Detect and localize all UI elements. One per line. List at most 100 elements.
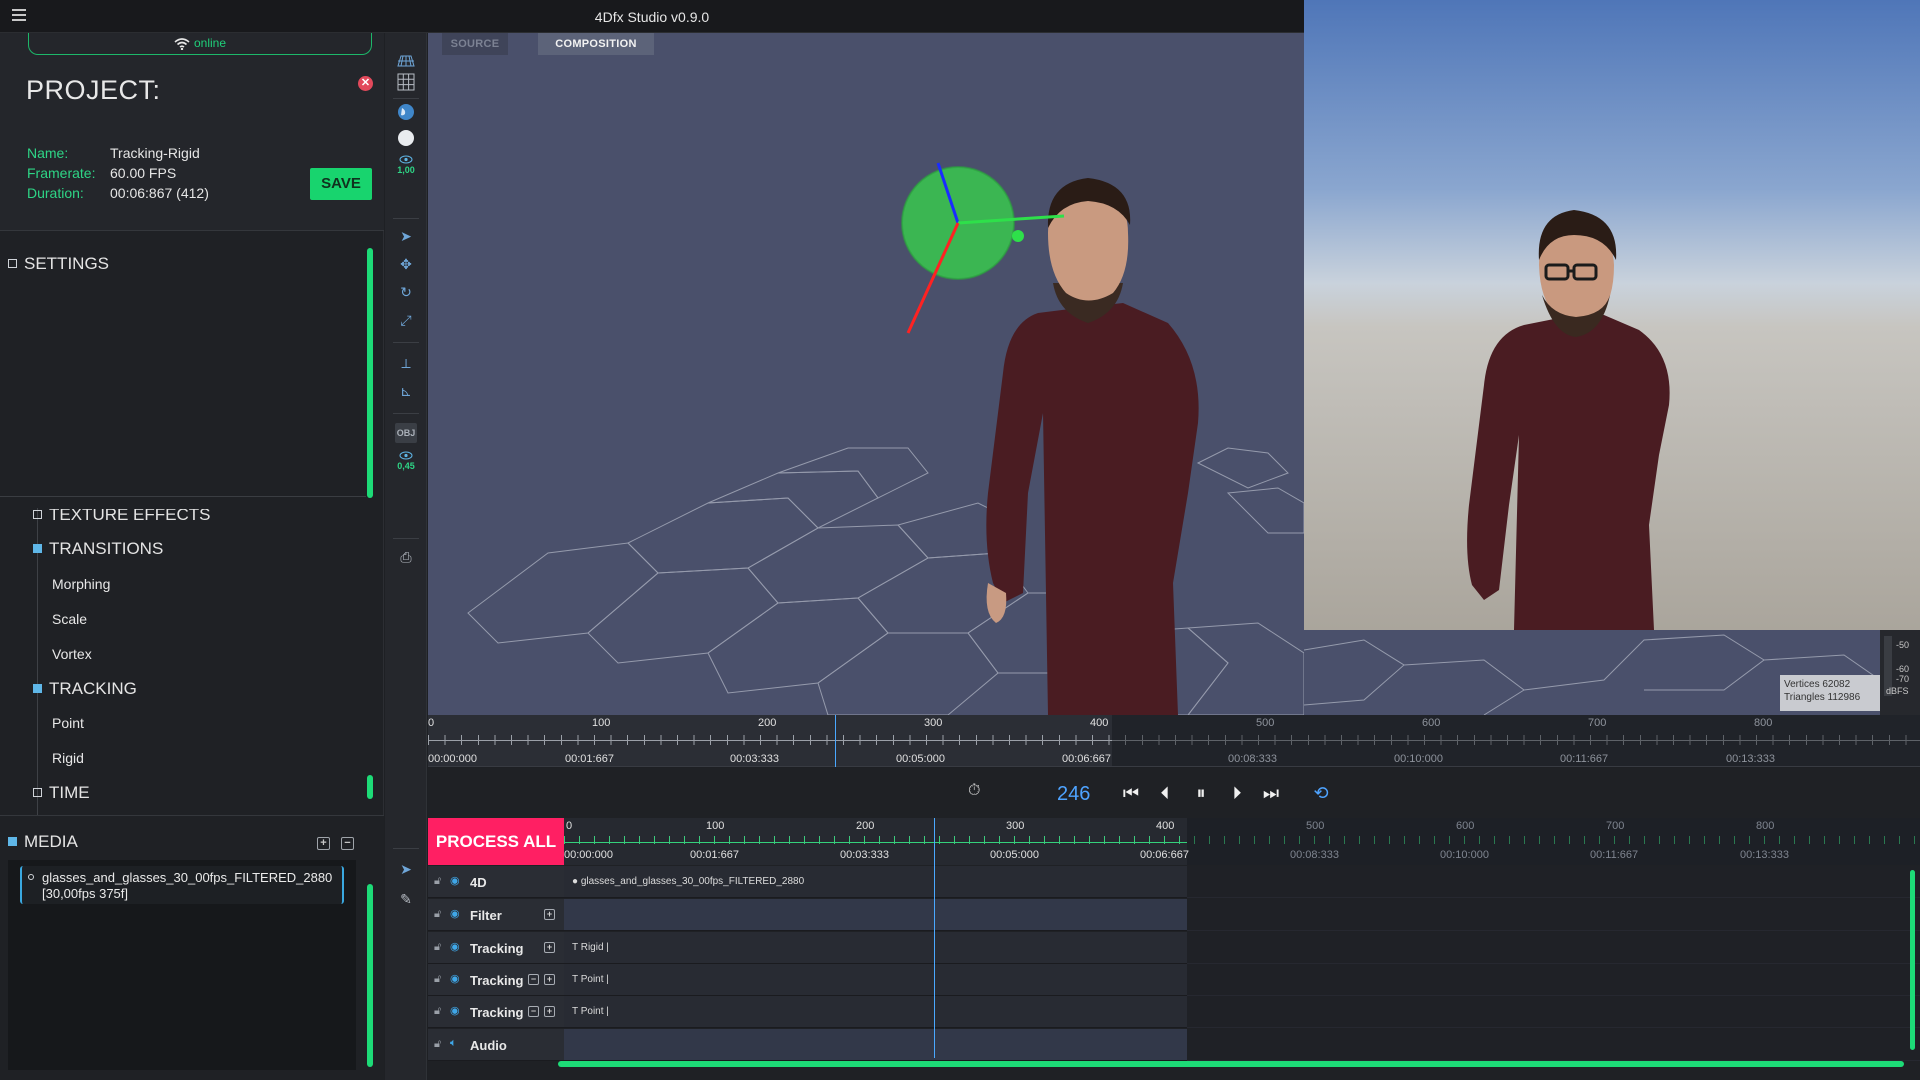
- tree-item-point[interactable]: Point: [52, 715, 84, 731]
- process-all-button[interactable]: PROCESS ALL: [428, 818, 564, 865]
- step-back-button[interactable]: ⏴: [1154, 782, 1176, 804]
- project-name-row: Name: Tracking-Rigid: [27, 145, 200, 161]
- grid-icon[interactable]: [396, 73, 416, 93]
- timeline-ruler[interactable]: 0 100 200 300 400 500 600 700 800 00:00:…: [564, 818, 1920, 865]
- floor-grid-icon[interactable]: [396, 53, 416, 73]
- game-preview[interactable]: [1304, 0, 1920, 630]
- track-clip-area[interactable]: ● glasses_and_glasses_30_00fps_FILTERED_…: [564, 866, 1187, 898]
- lock-icon[interactable]: 🔓︎: [434, 908, 441, 921]
- timeline-time: 00:10:000: [1440, 849, 1489, 861]
- lock-icon[interactable]: 🔓︎: [434, 1005, 441, 1018]
- globe-icon[interactable]: [396, 103, 416, 123]
- track-empty-area[interactable]: [1187, 996, 1920, 1028]
- app-window: 4Dfx Studio v0.9.0 online PROJECT: ✕ Nam…: [0, 0, 1920, 1080]
- timeline-num: 200: [856, 820, 875, 832]
- eye-icon[interactable]: ◉: [450, 972, 460, 985]
- timeline-eraser-icon[interactable]: ✎: [396, 889, 416, 909]
- move-icon[interactable]: ✥: [396, 254, 416, 274]
- settings-scrollbar[interactable]: [367, 248, 373, 498]
- track-add-button[interactable]: +: [544, 974, 555, 985]
- timeline-horizontal-scrollbar[interactable]: [558, 1061, 1904, 1067]
- skip-to-end-button[interactable]: ⏭: [1260, 782, 1282, 804]
- rotate-icon[interactable]: ↻: [396, 282, 416, 302]
- tree-time[interactable]: TIME: [33, 783, 90, 803]
- timeline-vertical-scrollbar[interactable]: [1910, 870, 1915, 1050]
- meter-label-50: -50: [1896, 640, 1910, 650]
- tab-source[interactable]: SOURCE: [442, 33, 508, 55]
- camera-capture-icon[interactable]: ⎙: [396, 547, 416, 567]
- lock-icon[interactable]: 🔓︎: [434, 1038, 441, 1051]
- vertices-count: Vertices 62082: [1784, 679, 1851, 690]
- sphere-icon[interactable]: [396, 129, 416, 149]
- eye-icon[interactable]: ◉: [450, 874, 460, 887]
- timeline-playhead[interactable]: [934, 818, 935, 1058]
- media-remove-button[interactable]: −: [341, 837, 354, 850]
- tree-transitions[interactable]: TRANSITIONS: [33, 539, 163, 559]
- loop-toggle-button[interactable]: ⟲: [1310, 782, 1332, 804]
- track-remove-button[interactable]: −: [528, 974, 539, 985]
- track-remove-button[interactable]: −: [528, 1006, 539, 1017]
- track-empty-area[interactable]: [1187, 866, 1920, 898]
- timeline-num: 800: [1756, 820, 1775, 832]
- opacity-value-b[interactable]: 0,45: [396, 456, 416, 476]
- audio-level-meter: -50 -60 -70 dBFS: [1880, 630, 1920, 715]
- track-clip-area[interactable]: [564, 1029, 1187, 1061]
- world-axis-icon[interactable]: ⊾: [396, 381, 416, 401]
- track-header: 🔓︎ ◉ Tracking − +: [428, 964, 564, 996]
- viewport-ruler[interactable]: 0 100 200 300 400 500 600 700 800 00:00:…: [428, 715, 1920, 767]
- track-clip-area[interactable]: T Rigid |: [564, 932, 1187, 964]
- tree-item-morphing[interactable]: Morphing: [52, 576, 110, 592]
- track-clip-area[interactable]: [564, 899, 1187, 931]
- track-add-button[interactable]: +: [544, 909, 555, 920]
- media-scrollbar[interactable]: [367, 884, 373, 1067]
- obj-toggle[interactable]: OBJ: [395, 423, 417, 443]
- ruler-top-num: 700: [1588, 717, 1607, 729]
- current-frame[interactable]: 246: [1057, 783, 1090, 806]
- tree-item-scale[interactable]: Scale: [52, 611, 87, 627]
- tool-separator: [393, 848, 419, 849]
- media-header[interactable]: MEDIA: [8, 832, 78, 852]
- lock-icon[interactable]: 🔓︎: [434, 875, 441, 888]
- track-header: 🔓︎ 🔈︎ Audio: [428, 1029, 564, 1061]
- scale-icon[interactable]: ⤢: [396, 310, 416, 330]
- viewport-playhead[interactable]: [835, 715, 836, 767]
- lock-icon[interactable]: 🔓︎: [434, 941, 441, 954]
- media-item[interactable]: glasses_and_glasses_30_00fps_FILTERED_28…: [20, 866, 344, 904]
- eye-icon[interactable]: ◉: [450, 940, 460, 953]
- frame-clock-icon[interactable]: ⏱: [968, 782, 988, 802]
- tree-item-rigid[interactable]: Rigid: [52, 750, 84, 766]
- rigid-tracking-gizmo[interactable]: [888, 128, 1068, 338]
- save-button[interactable]: SAVE: [310, 168, 372, 200]
- track-add-button[interactable]: +: [544, 942, 555, 953]
- close-project-icon[interactable]: ✕: [358, 76, 373, 91]
- eye-icon[interactable]: ◉: [450, 907, 460, 920]
- skip-to-start-button[interactable]: ⏮: [1120, 782, 1142, 804]
- select-arrow-icon[interactable]: ➤: [396, 226, 416, 246]
- tree-tracking[interactable]: TRACKING: [33, 679, 137, 699]
- track-empty-area[interactable]: [1187, 1029, 1920, 1061]
- ruler-top-num: 500: [1256, 717, 1275, 729]
- tab-composition[interactable]: COMPOSITION: [538, 33, 654, 55]
- speaker-icon[interactable]: 🔈︎: [450, 1037, 457, 1050]
- lock-icon[interactable]: 🔓︎: [434, 973, 441, 986]
- tree-item-vortex[interactable]: Vortex: [52, 646, 92, 662]
- local-axis-icon[interactable]: ⟂: [396, 353, 416, 373]
- online-status: online: [28, 33, 372, 55]
- opacity-value-a[interactable]: 1,00: [396, 160, 416, 180]
- track-clip-area[interactable]: T Point |: [564, 964, 1187, 996]
- tree-texture-effects[interactable]: TEXTURE EFFECTS: [33, 509, 211, 525]
- 3d-viewport[interactable]: SOURCE COMPOSITION: [428, 33, 1304, 715]
- tree-scrollbar[interactable]: [367, 775, 373, 799]
- step-forward-button[interactable]: ⏵: [1226, 782, 1248, 804]
- settings-header[interactable]: SETTINGS: [8, 254, 109, 274]
- timeline-select-arrow-icon[interactable]: ➤: [396, 859, 416, 879]
- track-add-button[interactable]: +: [544, 1006, 555, 1017]
- media-add-button[interactable]: +: [317, 837, 330, 850]
- project-name-key: Name:: [27, 145, 69, 161]
- track-empty-area[interactable]: [1187, 899, 1920, 931]
- pause-button[interactable]: ⏸: [1190, 782, 1212, 804]
- track-clip-area[interactable]: T Point |: [564, 996, 1187, 1028]
- eye-icon[interactable]: ◉: [450, 1004, 460, 1017]
- track-empty-area[interactable]: [1187, 932, 1920, 964]
- track-empty-area[interactable]: [1187, 964, 1920, 996]
